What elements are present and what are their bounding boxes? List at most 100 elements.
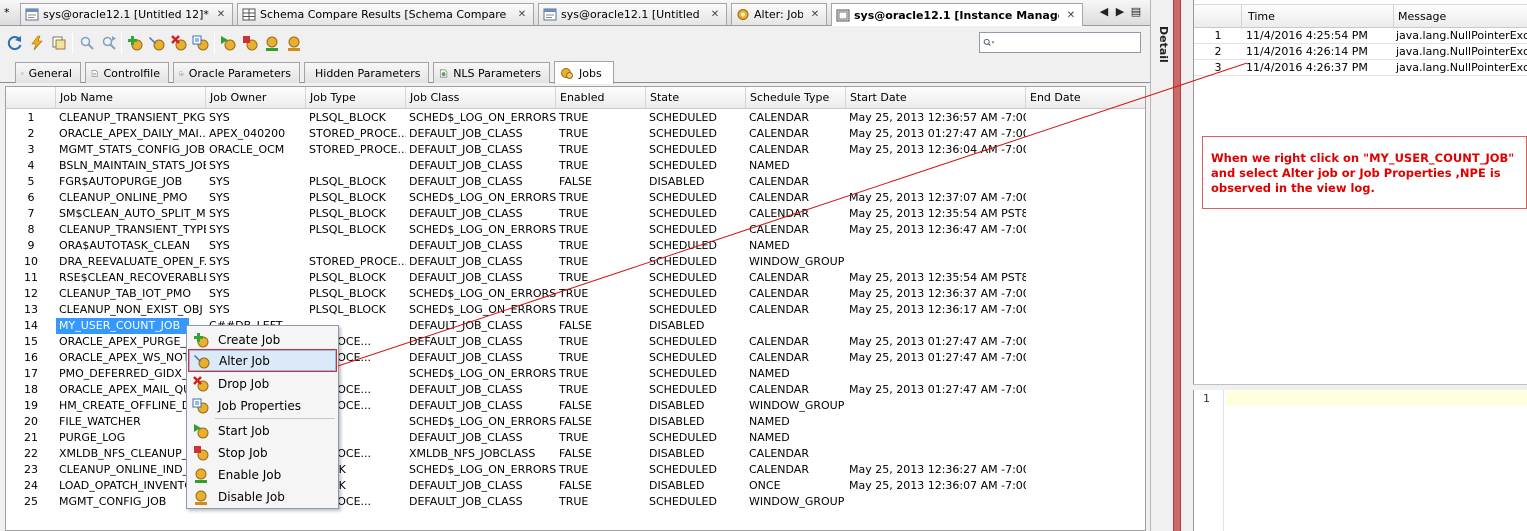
cell-schedule-type[interactable]: CALENDAR	[746, 302, 846, 318]
cell-row-number[interactable]: 18	[6, 382, 56, 398]
cell-schedule-type[interactable]: NAMED	[746, 366, 846, 382]
log-time[interactable]: 11/4/2016 4:26:14 PM	[1242, 44, 1394, 60]
table-row[interactable]: 13 CLEANUP_NON_EXIST_OBJ SYS PLSQL_BLOCK SCH…	[6, 302, 1145, 318]
cell-state[interactable]: SCHEDULED	[646, 302, 746, 318]
cell-state[interactable]: SCHEDULED	[646, 238, 746, 254]
close-icon[interactable]: ✕	[516, 9, 528, 20]
cell-row-number[interactable]: 3	[6, 142, 56, 158]
cell-row-number[interactable]: 7	[6, 206, 56, 222]
cell-job-class[interactable]: DEFAULT_JOB_CLASS	[406, 382, 556, 398]
job-properties-button[interactable]	[191, 33, 211, 53]
log-row-number[interactable]: 3	[1194, 60, 1242, 76]
cell-enabled[interactable]: FALSE	[556, 174, 646, 190]
log-message[interactable]: java.lang.NullPointerExcept	[1394, 44, 1527, 60]
cell-state[interactable]: SCHEDULED	[646, 190, 746, 206]
cell-row-number[interactable]: 6	[6, 190, 56, 206]
cell-end-date[interactable]	[1026, 158, 1145, 174]
cell-enabled[interactable]: TRUE	[556, 110, 646, 126]
cell-job-class[interactable]: DEFAULT_JOB_CLASS	[406, 334, 556, 350]
cell-schedule-type[interactable]: CALENDAR	[746, 334, 846, 350]
cell-enabled[interactable]: TRUE	[556, 270, 646, 286]
log-detail-editor[interactable]: 1	[1193, 390, 1527, 531]
cell-enabled[interactable]: TRUE	[556, 302, 646, 318]
cell-job-name[interactable]: CLEANUP_NON_EXIST_OBJ	[56, 302, 206, 318]
cell-job-name[interactable]: HM_CREATE_OFFLINE_DIC	[56, 398, 206, 414]
column-header-rownum[interactable]	[6, 87, 56, 109]
search-input[interactable]	[998, 34, 1140, 51]
cell-enabled[interactable]: TRUE	[556, 334, 646, 350]
table-row[interactable]: 14MY_USER_COUNT_JOBC##DB_LEFTDEFAULT_JOB…	[6, 318, 1145, 334]
cell-row-number[interactable]: 2	[6, 126, 56, 142]
cell-job-name[interactable]: FILE_WATCHER	[56, 414, 206, 430]
cell-job-class[interactable]: SCHED$_LOG_ON_ERRORS...	[406, 286, 556, 302]
cell-state[interactable]: SCHEDULED	[646, 494, 746, 510]
cell-job-name[interactable]: CLEANUP_TAB_IOT_PMO	[56, 286, 206, 302]
close-icon[interactable]: ✕	[809, 9, 821, 20]
cell-row-number[interactable]: 15	[6, 334, 56, 350]
cell-enabled[interactable]: FALSE	[556, 398, 646, 414]
log-row[interactable]: 3 11/4/2016 4:26:37 PM java.lang.NullPoint…	[1194, 60, 1527, 76]
table-row[interactable]: 16 ORACLE_APEX_WS_NOTIF D_PROCE... DEFAULT_…	[6, 350, 1145, 366]
cell-job-class[interactable]: DEFAULT_JOB_CLASS	[406, 350, 556, 366]
detail-rail[interactable]: Detail	[1150, 0, 1173, 531]
menu-item-alter-job[interactable]: Alter Job	[188, 349, 337, 372]
log-message[interactable]: java.lang.NullPointerExcept	[1394, 60, 1527, 76]
jobs-grid[interactable]: Job Name Job Owner Job Type Job Class En…	[5, 86, 1146, 531]
cell-job-class[interactable]: DEFAULT_JOB_CLASS	[406, 494, 556, 510]
column-header-schedule-type[interactable]: Schedule Type	[746, 87, 846, 109]
cell-job-name[interactable]: CLEANUP_ONLINE_PMO	[56, 190, 206, 206]
menu-item-start-job[interactable]: Start Job	[189, 420, 336, 441]
cell-job-name[interactable]: CLEANUP_TRANSIENT_PKG	[56, 110, 206, 126]
cell-state[interactable]: SCHEDULED	[646, 206, 746, 222]
search-box[interactable]	[979, 32, 1141, 53]
table-row[interactable]: 6 CLEANUP_ONLINE_PMO SYS PLSQL_BLOCK SCHED$_…	[6, 190, 1145, 206]
cell-job-class[interactable]: SCHED$_LOG_ON_ERRORS...	[406, 110, 556, 126]
cell-state[interactable]: DISABLED	[646, 478, 746, 494]
cell-schedule-type[interactable]: CALENDAR	[746, 382, 846, 398]
subtab-nls-parameters[interactable]: NLS Parameters	[433, 62, 550, 83]
cell-end-date[interactable]	[1026, 302, 1145, 318]
cell-enabled[interactable]: TRUE	[556, 158, 646, 174]
cell-job-owner[interactable]: SYS	[206, 270, 306, 286]
cell-start-date[interactable]: May 25, 2013 12:36:17 AM -7:00	[846, 302, 1026, 318]
table-row[interactable]: 1 CLEANUP_TRANSIENT_PKG SYS PLSQL_BLOCK SCHE…	[6, 110, 1145, 126]
log-row[interactable]: 2 11/4/2016 4:26:14 PM java.lang.NullPoint…	[1194, 44, 1527, 60]
cell-job-type[interactable]: PLSQL_BLOCK	[306, 286, 406, 302]
table-row[interactable]: 18 ORACLE_APEX_MAIL_QUE D_PROCE... DEFAULT_…	[6, 382, 1145, 398]
cell-end-date[interactable]	[1026, 382, 1145, 398]
cell-start-date[interactable]	[846, 318, 1026, 334]
cell-row-number[interactable]: 1	[6, 110, 56, 126]
cell-end-date[interactable]	[1026, 142, 1145, 158]
cell-enabled[interactable]: TRUE	[556, 190, 646, 206]
cell-job-class[interactable]: DEFAULT_JOB_CLASS	[406, 142, 556, 158]
cell-job-owner[interactable]: SYS	[206, 222, 306, 238]
close-icon[interactable]: ✕	[1065, 10, 1077, 21]
cell-end-date[interactable]	[1026, 286, 1145, 302]
log-row[interactable]: 1 11/4/2016 4:25:54 PM java.lang.NullPoint…	[1194, 28, 1527, 44]
cell-end-date[interactable]	[1026, 174, 1145, 190]
log-column-message[interactable]: Message	[1394, 5, 1527, 29]
cell-state[interactable]: SCHEDULED	[646, 158, 746, 174]
menu-item-drop-job[interactable]: Drop Job	[189, 373, 336, 394]
table-row[interactable]: 7 SM$CLEAN_AUTO_SPLIT_M... SYS PLSQL_BLOCK D…	[6, 206, 1145, 222]
table-row[interactable]: 8 CLEANUP_TRANSIENT_TYPE SYS PLSQL_BLOCK SCH…	[6, 222, 1145, 238]
cell-schedule-type[interactable]: CALENDAR	[746, 142, 846, 158]
cell-job-class[interactable]: DEFAULT_JOB_CLASS	[406, 398, 556, 414]
cell-row-number[interactable]: 5	[6, 174, 56, 190]
cell-job-type[interactable]: PLSQL_BLOCK	[306, 270, 406, 286]
cell-end-date[interactable]	[1026, 366, 1145, 382]
cell-start-date[interactable]	[846, 158, 1026, 174]
cell-state[interactable]: SCHEDULED	[646, 430, 746, 446]
cell-enabled[interactable]: FALSE	[556, 478, 646, 494]
cell-state[interactable]: SCHEDULED	[646, 350, 746, 366]
cell-enabled[interactable]: TRUE	[556, 126, 646, 142]
table-row[interactable]: 3 MGMT_STATS_CONFIG_JOB ORACLE_OCM STORED_P…	[6, 142, 1145, 158]
tab-untitled-13[interactable]: sys@oracle12.1 [Untitled 13] ✕	[538, 3, 727, 25]
cell-row-number[interactable]: 16	[6, 350, 56, 366]
cell-end-date[interactable]	[1026, 478, 1145, 494]
tab-untitled-12[interactable]: sys@oracle12.1 [Untitled 12]* ✕	[20, 3, 233, 25]
table-row[interactable]: 15 ORACLE_APEX_PURGE_SE D_PROCE... DEFAULT_…	[6, 334, 1145, 350]
tab-alter-job[interactable]: Alter: Job ✕	[731, 3, 827, 25]
cell-job-type[interactable]: STORED_PROCE...	[306, 142, 406, 158]
cell-job-class[interactable]: SCHED$_LOG_ON_ERRORS...	[406, 462, 556, 478]
